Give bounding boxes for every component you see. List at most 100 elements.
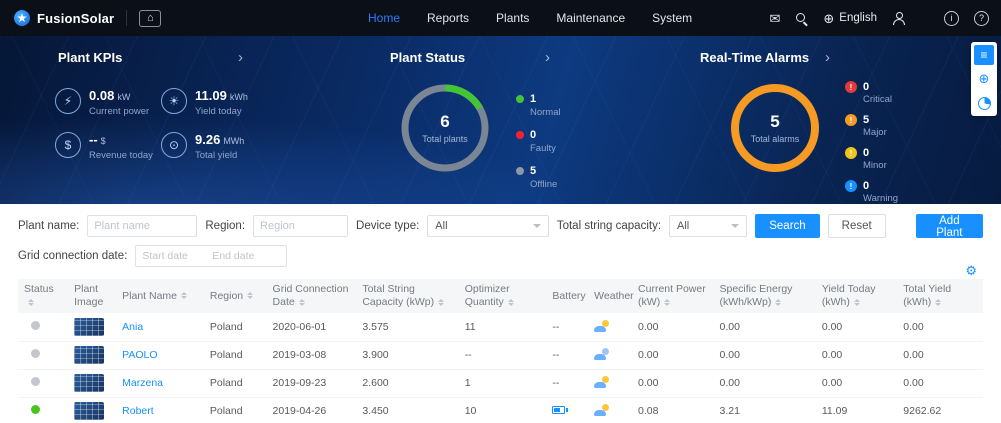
status-legend-item: 0Faulty xyxy=(516,129,561,154)
dashboard-hero: Plant KPIs › ⚡0.08kWCurrent power☀11.09k… xyxy=(0,36,1001,204)
status-legend-item: 1 Normal xyxy=(516,93,561,118)
legend-value: 0 xyxy=(863,180,869,192)
side-toolbar: ≡ ⊕ xyxy=(971,42,997,116)
col-header-total_yield[interactable]: Total Yield (kWh) xyxy=(897,279,983,313)
legend-label: Warning xyxy=(863,193,898,204)
kpi-item: ☀11.09kWhYield today xyxy=(161,88,281,117)
status-dot xyxy=(31,377,40,386)
sort-icon[interactable] xyxy=(247,292,253,299)
plant-name-link[interactable]: Ania xyxy=(122,321,143,333)
weather-icon xyxy=(594,404,610,416)
globe-icon[interactable]: ⊕ xyxy=(974,69,994,89)
col-header-current_power[interactable]: Current Power (kW) xyxy=(632,279,713,313)
string-capacity-label: Total string capacity: xyxy=(557,220,661,232)
plant-name-link[interactable]: Marzena xyxy=(122,377,163,389)
critical-alarm-icon: ! xyxy=(845,81,857,93)
sort-icon[interactable] xyxy=(28,299,34,306)
sort-icon[interactable] xyxy=(508,299,514,306)
kpi-label: Revenue today xyxy=(89,150,153,161)
sort-icon[interactable] xyxy=(438,299,444,306)
dollar-icon: $ xyxy=(55,132,81,158)
plant-table: StatusPlant ImagePlant NameRegionGrid Co… xyxy=(18,279,983,423)
list-icon[interactable]: ≡ xyxy=(974,45,994,65)
sort-icon[interactable] xyxy=(181,292,187,299)
sort-icon[interactable] xyxy=(664,299,670,306)
reset-button[interactable]: Reset xyxy=(828,214,886,238)
solar-panel-thumbnail[interactable] xyxy=(74,402,104,420)
language-switcher[interactable]: ⊕ English xyxy=(823,12,877,25)
search-icon[interactable] xyxy=(795,12,808,25)
kpi-unit: $ xyxy=(101,136,106,146)
realtime-alarms-header[interactable]: Real-Time Alarms › xyxy=(700,49,830,66)
top-nav-bar: FusionSolar ⌂ Home Reports Plants Maintenan… xyxy=(0,0,1001,36)
solar-panel-thumbnail[interactable] xyxy=(74,374,104,392)
nav-item-system[interactable]: System xyxy=(652,11,692,25)
legend-label: Faulty xyxy=(530,143,561,154)
plant-name-link[interactable]: PAOLO xyxy=(122,349,157,361)
major-alarm-icon: ! xyxy=(845,114,857,126)
status-dot xyxy=(31,321,40,330)
alarm-legend-item: !0Minor xyxy=(845,147,898,171)
string-capacity-value: All xyxy=(677,220,689,232)
solar-panel-thumbnail[interactable] xyxy=(74,318,104,336)
weather-icon xyxy=(594,348,610,360)
plant-status-header[interactable]: Plant Status › xyxy=(390,49,550,66)
user-icon[interactable] xyxy=(892,12,906,25)
alarm-legend-item: !0Warning xyxy=(845,180,898,204)
device-type-select[interactable]: All xyxy=(427,215,549,237)
legend-value: 0 xyxy=(863,147,869,159)
col-header-yield_today[interactable]: Yield Today (kWh) xyxy=(816,279,897,313)
brand[interactable]: FusionSolar xyxy=(14,10,114,26)
kpi-item: $--$Revenue today xyxy=(55,132,161,161)
col-header-status[interactable]: Status xyxy=(18,279,68,313)
legend-value: 5 xyxy=(530,165,536,177)
plant-name-link[interactable]: Robert xyxy=(122,405,154,417)
gauge-icon: ⊙ xyxy=(161,132,187,158)
col-header-capacity[interactable]: Total String Capacity (kWp) xyxy=(356,279,458,313)
end-date-input[interactable] xyxy=(212,247,274,265)
help-icon[interactable]: ? xyxy=(974,11,989,26)
start-date-input[interactable] xyxy=(142,247,204,265)
add-plant-button[interactable]: Add Plant xyxy=(916,214,983,238)
nav-item-home[interactable]: Home xyxy=(368,11,400,25)
alarm-legend-item: !5Major xyxy=(845,114,898,138)
plant-name-input[interactable] xyxy=(87,215,197,237)
table-header-row: StatusPlant ImagePlant NameRegionGrid Co… xyxy=(18,279,983,313)
pie-chart-icon[interactable] xyxy=(974,93,994,113)
plant-kpis-header[interactable]: Plant KPIs › xyxy=(58,49,243,66)
sort-icon[interactable] xyxy=(935,299,941,306)
table-row: PAOLOPoland2019-03-083.900----0.000.000.… xyxy=(18,341,983,369)
home-icon[interactable]: ⌂ xyxy=(139,10,161,27)
nav-item-reports[interactable]: Reports xyxy=(427,11,469,25)
status-dot-icon xyxy=(516,131,524,139)
info-icon[interactable]: i xyxy=(944,11,959,26)
legend-label: Normal xyxy=(530,107,561,118)
col-header-optimizer[interactable]: Optimizer Quantity xyxy=(459,279,547,313)
col-header-name[interactable]: Plant Name xyxy=(116,279,204,313)
col-header-region[interactable]: Region xyxy=(204,279,267,313)
sort-icon[interactable] xyxy=(854,299,860,306)
region-input[interactable] xyxy=(253,215,348,237)
kpi-label: Yield today xyxy=(195,106,248,117)
search-button[interactable]: Search xyxy=(755,214,819,238)
status-dot-icon xyxy=(516,95,524,103)
solar-panel-thumbnail[interactable] xyxy=(74,346,104,364)
legend-value: 1 xyxy=(530,93,536,105)
filter-row-2: Grid connection date: xyxy=(18,245,983,267)
gear-icon[interactable]: ⚙ xyxy=(965,263,977,279)
nav-item-maintenance[interactable]: Maintenance xyxy=(556,11,625,25)
mail-icon[interactable]: ✉ xyxy=(769,12,780,25)
sort-icon[interactable] xyxy=(775,299,781,306)
string-capacity-select[interactable]: All xyxy=(669,215,747,237)
fusionsolar-app: FusionSolar ⌂ Home Reports Plants Maintenan… xyxy=(0,0,1001,423)
main-nav: Home Reports Plants Maintenance System xyxy=(368,11,692,25)
col-header-date[interactable]: Grid Connection Date xyxy=(267,279,357,313)
nav-item-plants[interactable]: Plants xyxy=(496,11,529,25)
col-header-specific_energy[interactable]: Specific Energy (kWh/kWp) xyxy=(713,279,815,313)
alarm-legend: !0Critical!5Major!0Minor!0Warning xyxy=(845,81,898,204)
kpi-grid: ⚡0.08kWCurrent power☀11.09kWhYield today… xyxy=(55,88,281,161)
chevron-right-icon: › xyxy=(825,49,830,66)
grid-date-range[interactable] xyxy=(135,245,287,267)
col-header-weather: Weather xyxy=(588,279,632,313)
sort-icon[interactable] xyxy=(299,299,305,306)
